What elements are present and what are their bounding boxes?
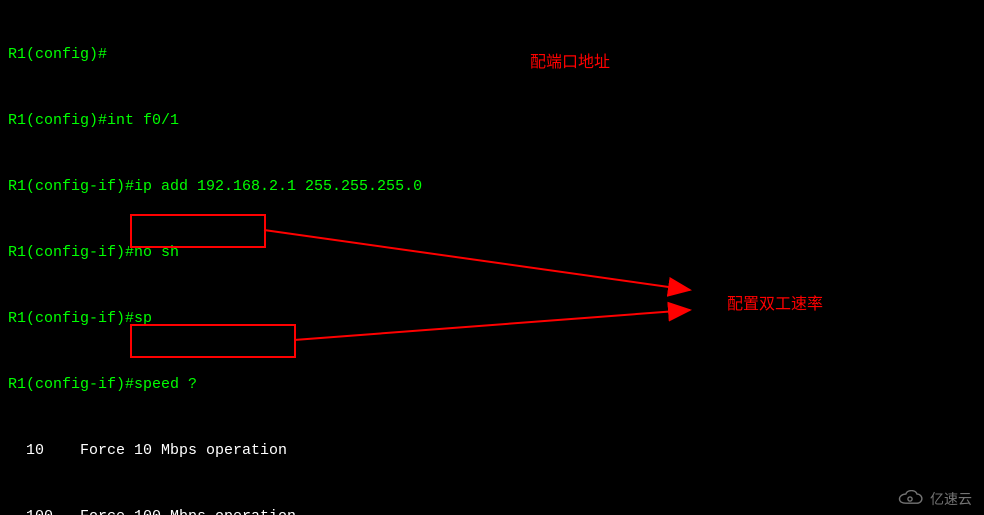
- term-line-help: 100 Force 100 Mbps operation: [8, 506, 584, 515]
- cloud-icon: [896, 490, 924, 508]
- watermark-text: 亿速云: [930, 489, 972, 509]
- annotation-duplex-speed: 配置双工速率: [727, 290, 823, 314]
- term-line: R1(config-if)#speed ?: [8, 374, 584, 396]
- terminal-output: R1(config)# R1(config)#int f0/1 R1(confi…: [8, 0, 584, 515]
- term-line: R1(config-if)#ip add 192.168.2.1 255.255…: [8, 176, 584, 198]
- term-line: R1(config)#: [8, 44, 584, 66]
- term-line: R1(config-if)#sp: [8, 308, 584, 330]
- term-line: R1(config)#int f0/1: [8, 110, 584, 132]
- annotation-port-address: 配端口地址: [530, 48, 610, 72]
- term-line: R1(config-if)#no sh: [8, 242, 584, 264]
- watermark: 亿速云: [896, 489, 972, 509]
- term-line-help: 10 Force 10 Mbps operation: [8, 440, 584, 462]
